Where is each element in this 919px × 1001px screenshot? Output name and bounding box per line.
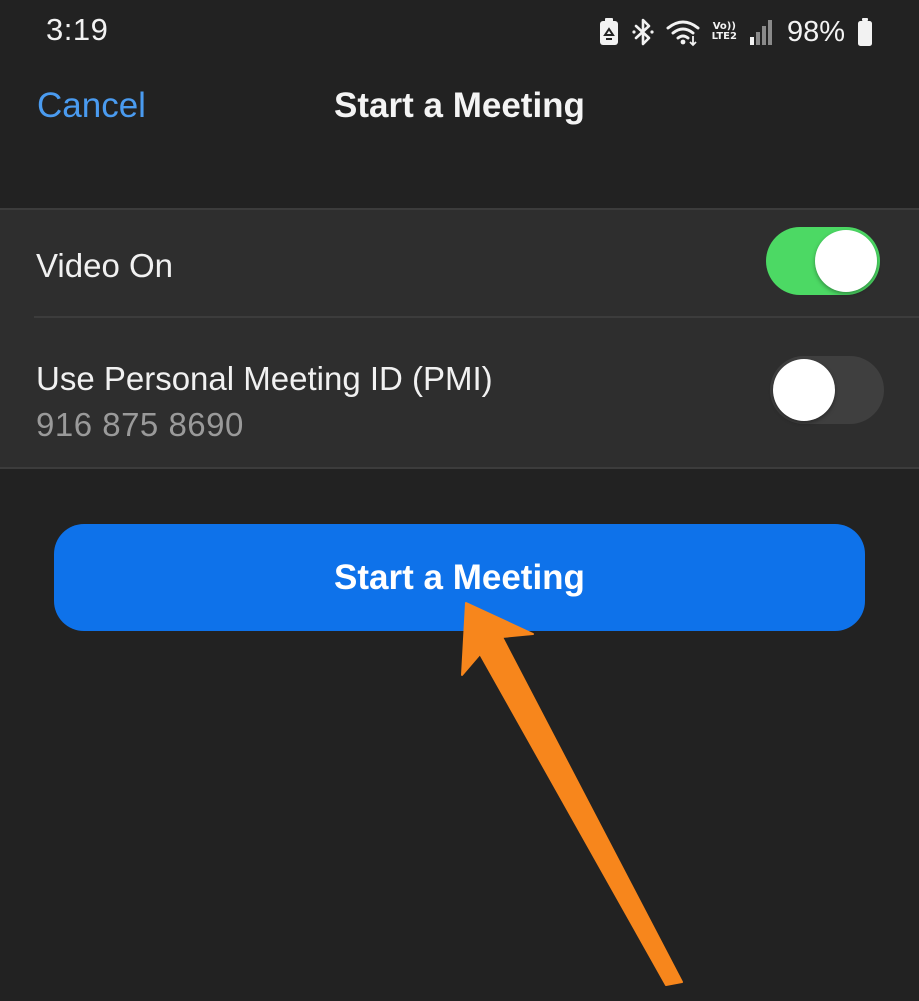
battery-icon (857, 17, 873, 47)
start-meeting-button[interactable]: Start a Meeting (54, 524, 865, 631)
pmi-meeting-id: 916 875 8690 (36, 406, 244, 443)
network-bottom-label: LTE2 (711, 31, 737, 42)
toggle-knob (773, 359, 835, 421)
pmi-row[interactable]: Use Personal Meeting ID (PMI) 916 875 86… (0, 316, 919, 469)
video-on-row[interactable]: Video On (0, 210, 919, 316)
recycle-icon (598, 17, 620, 47)
arrow-shape (461, 602, 683, 986)
status-bar: 3:19 Vo)) LTE2 98% (0, 0, 919, 64)
cancel-button[interactable]: Cancel (37, 86, 146, 126)
meeting-settings-group: Video On Use Personal Meeting ID (PMI) 9… (0, 208, 919, 469)
annotation-arrow (461, 602, 683, 986)
pmi-label: Use Personal Meeting ID (PMI) (36, 360, 493, 397)
volte-icon: Vo)) LTE2 (712, 22, 737, 42)
battery-percent: 98% (786, 15, 845, 48)
video-on-label: Video On (36, 247, 173, 284)
status-icons: Vo)) LTE2 98% (598, 12, 873, 52)
pmi-toggle[interactable] (770, 356, 884, 424)
status-time: 3:19 (46, 12, 109, 47)
bluetooth-icon (632, 17, 654, 47)
signal-icon (749, 18, 773, 46)
video-on-toggle[interactable] (766, 227, 880, 295)
wifi-icon (666, 17, 700, 47)
nav-bar: Cancel Start a Meeting (0, 64, 919, 150)
toggle-knob (815, 230, 877, 292)
